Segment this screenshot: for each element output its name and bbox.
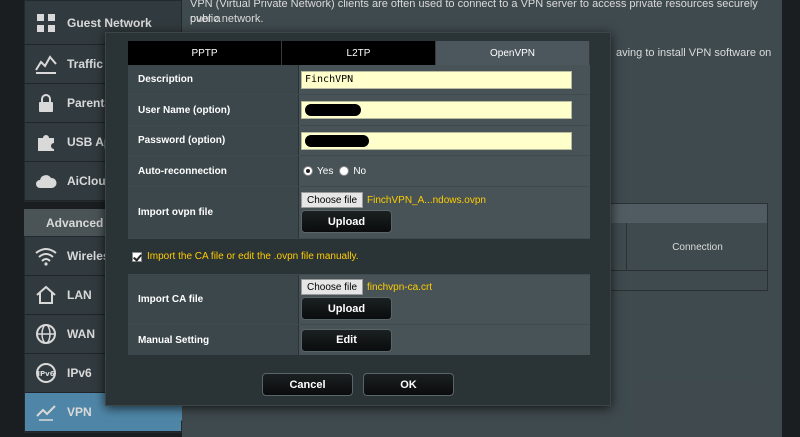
username-label: User Name (option) [128,95,299,125]
redacted-password [305,134,369,147]
username-input[interactable] [301,101,572,119]
openvpn-form: Description FinchVPN User Name (option) … [128,65,590,355]
password-row: Password (option) [128,126,590,156]
password-input[interactable] [301,131,572,150]
description-value: FinchVPN [305,74,354,85]
edit-button[interactable]: Edit [301,328,392,352]
tab-pptp[interactable]: PPTP [128,41,282,65]
tab-openvpn[interactable]: OpenVPN [436,41,590,65]
description-label: Description [128,65,299,94]
ovpn-file-name: FinchVPN_A...ndows.ovpn [367,194,486,206]
manual-setting-label: Manual Setting [128,325,299,355]
protocol-tabs: PPTP L2TP OpenVPN [128,41,590,65]
import-ca-row: Import CA file Choose file finchvpn-ca.c… [128,275,590,325]
auto-reconnection-yes-label: Yes [317,165,334,177]
description-row: Description FinchVPN [128,65,590,95]
import-ovpn-label: Import ovpn file [128,187,299,238]
ca-option-row: Import the CA file or edit the .ovpn fil… [128,239,590,275]
manual-setting-row: Manual Setting Edit [128,325,590,355]
redacted-username [305,104,361,116]
import-ovpn-row: Import ovpn file Choose file FinchVPN_A.… [128,187,590,239]
upload-ca-button[interactable]: Upload [301,297,392,320]
cancel-button[interactable]: Cancel [262,373,353,396]
import-ca-checkbox[interactable] [132,251,142,262]
auto-reconnection-no-label: No [353,165,367,177]
vpn-profile-dialog: PPTP L2TP OpenVPN Description FinchVPN U… [105,32,611,406]
password-label: Password (option) [128,126,299,155]
upload-ovpn-button[interactable]: Upload [301,210,392,233]
auto-reconnection-label: Auto-reconnection [128,156,299,186]
import-ca-checkbox-label: Import the CA file or edit the .ovpn fil… [147,251,359,262]
auto-reconnection-yes-radio[interactable] [303,166,313,176]
choose-ovpn-file-button[interactable]: Choose file [301,192,364,208]
tab-l2tp[interactable]: L2TP [282,41,436,65]
ok-button[interactable]: OK [363,373,454,396]
choose-ca-file-button[interactable]: Choose file [301,279,364,295]
import-ca-label: Import CA file [128,275,299,324]
dialog-footer: Cancel OK [106,373,610,396]
username-row: User Name (option) [128,95,590,126]
ca-file-name: finchvpn-ca.crt [367,281,433,293]
auto-reconnection-row: Auto-reconnection Yes No [128,156,590,187]
auto-reconnection-no-radio[interactable] [339,166,350,176]
description-input[interactable]: FinchVPN [301,70,572,89]
